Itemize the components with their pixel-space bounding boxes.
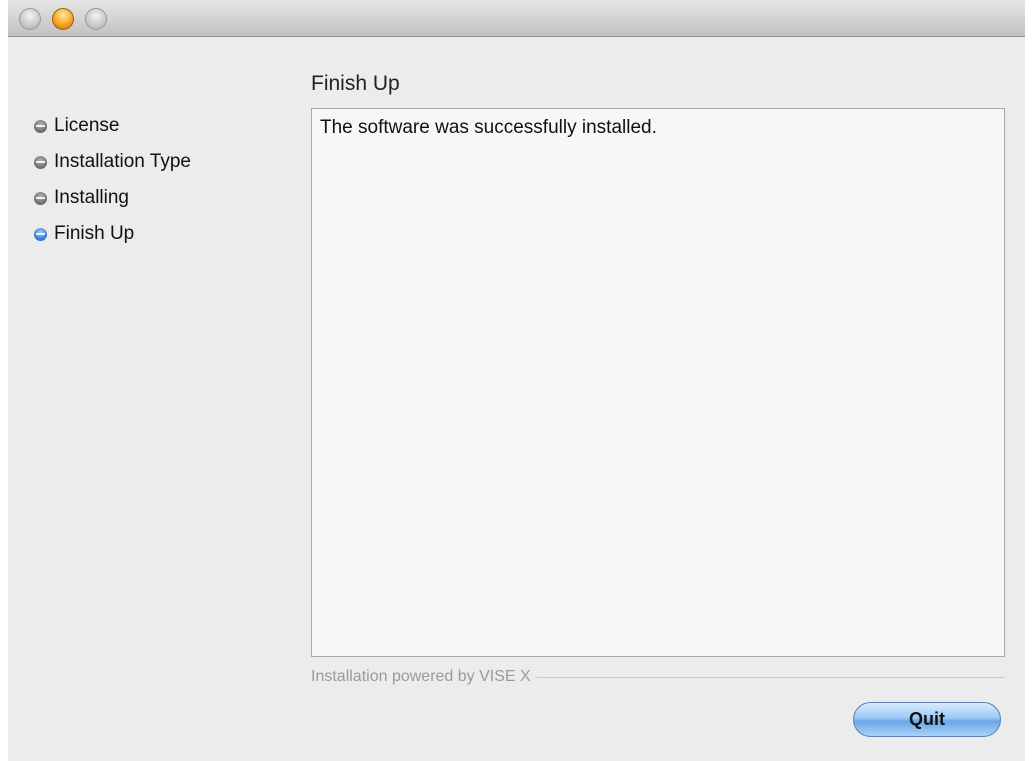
step-license: License bbox=[34, 108, 294, 144]
page-title: Finish Up bbox=[311, 72, 400, 95]
powered-by-label: Installation powered by VISE X bbox=[311, 668, 531, 685]
zoom-icon[interactable] bbox=[85, 8, 107, 30]
quit-button[interactable]: Quit bbox=[853, 702, 1001, 737]
installer-window: License Installation Type Installing Fin… bbox=[8, 0, 1025, 761]
step-installation-type: Installation Type bbox=[34, 144, 294, 180]
step-installing: Installing bbox=[34, 180, 294, 216]
step-label: License bbox=[54, 115, 120, 136]
step-label: Installation Type bbox=[54, 151, 191, 172]
footer-divider bbox=[536, 676, 1005, 678]
status-message: The software was successfully installed. bbox=[320, 117, 657, 138]
step-label: Installing bbox=[54, 187, 129, 208]
minimize-icon[interactable] bbox=[52, 8, 74, 30]
step-bullet-icon bbox=[34, 155, 47, 169]
content-panel: The software was successfully installed. bbox=[311, 108, 1005, 657]
current-step-bullet-icon bbox=[34, 227, 47, 241]
step-label: Finish Up bbox=[54, 223, 135, 244]
step-bullet-icon bbox=[34, 119, 47, 133]
close-icon[interactable] bbox=[19, 8, 41, 30]
installer-footer: Installation powered by VISE X bbox=[311, 667, 1005, 687]
step-bullet-icon bbox=[34, 191, 47, 205]
installer-steps: License Installation Type Installing Fin… bbox=[34, 108, 294, 252]
step-finish-up: Finish Up bbox=[34, 216, 294, 252]
title-bar[interactable] bbox=[8, 0, 1025, 37]
